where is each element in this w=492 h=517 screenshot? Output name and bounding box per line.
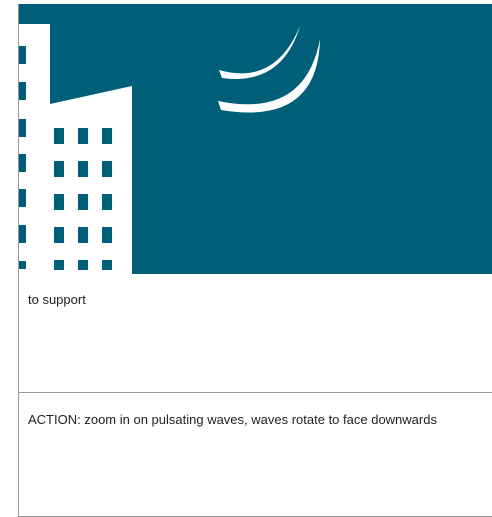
- storyboard-frame: to support ACTION: zoom in on pulsating …: [0, 0, 492, 517]
- action-text: ACTION: zoom in on pulsating waves, wave…: [28, 412, 437, 427]
- caption-panel: to support: [18, 274, 492, 393]
- scene-illustration: [18, 4, 492, 274]
- caption-text: to support: [28, 292, 86, 307]
- action-panel: ACTION: zoom in on pulsating waves, wave…: [18, 393, 492, 517]
